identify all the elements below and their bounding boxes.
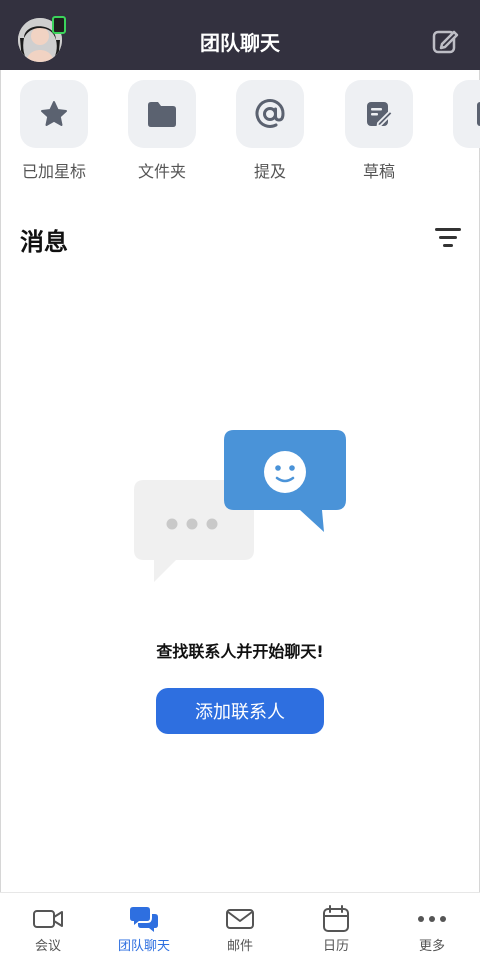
draft-icon	[367, 102, 394, 127]
tab-label: 会议	[34, 939, 61, 954]
filter-button[interactable]	[433, 224, 463, 252]
tab-more[interactable]: 更多	[384, 893, 480, 965]
tab-calendar[interactable]: 日历	[288, 893, 384, 965]
add-contact-button[interactable]: 添加联系人	[156, 688, 324, 734]
shortcut-bookmarks[interactable]: 书	[442, 80, 480, 182]
compose-button[interactable]	[430, 26, 460, 56]
folder-icon	[148, 102, 176, 127]
tab-label: 邮件	[226, 939, 253, 954]
shortcut-tile	[236, 80, 304, 148]
shortcut-label: 书	[442, 158, 480, 182]
star-icon	[41, 101, 67, 126]
shortcut-label: 草稿	[362, 162, 395, 181]
top-bar: 团队聊天	[0, 0, 480, 70]
tab-label: 更多	[418, 939, 445, 954]
chat-icon	[130, 907, 158, 932]
bottom-nav: 会议 团队聊天 邮件 日历 更多	[0, 892, 480, 965]
tab-label: 团队聊天	[117, 939, 170, 954]
tab-label: 日历	[322, 939, 349, 954]
shortcut-label: 已加星标	[21, 162, 86, 181]
at-icon	[255, 98, 285, 128]
shortcut-drafts[interactable]: 草稿	[334, 80, 424, 182]
filter-icon	[435, 228, 461, 247]
bookmark-icon	[477, 102, 480, 126]
tab-team-chat[interactable]: 团队聊天	[96, 893, 192, 965]
shortcut-tile	[20, 80, 88, 148]
calendar-icon	[323, 905, 349, 932]
shortcut-folders[interactable]: 文件夹	[117, 80, 207, 182]
video-icon	[33, 910, 63, 928]
shortcut-tile	[453, 80, 480, 148]
tab-meetings[interactable]: 会议	[0, 893, 96, 965]
edit-icon	[432, 30, 459, 54]
page-title: 团队聊天	[200, 31, 280, 55]
shortcut-mentions[interactable]: 提及	[225, 80, 315, 182]
messages-heading: 消息	[20, 228, 68, 256]
mail-icon	[226, 909, 254, 929]
shortcut-tile	[128, 80, 196, 148]
empty-state-message: 查找联系人并开始聊天!	[156, 642, 324, 661]
more-icon	[418, 916, 446, 922]
shortcut-starred[interactable]: 已加星标	[9, 80, 99, 182]
tab-mail[interactable]: 邮件	[192, 893, 288, 965]
shortcut-label: 文件夹	[137, 162, 186, 181]
shortcut-row: 已加星标 文件夹 提及 草稿	[0, 70, 480, 190]
chat-illustration	[130, 428, 350, 588]
shortcut-tile	[345, 80, 413, 148]
shortcut-label: 提及	[253, 162, 286, 181]
